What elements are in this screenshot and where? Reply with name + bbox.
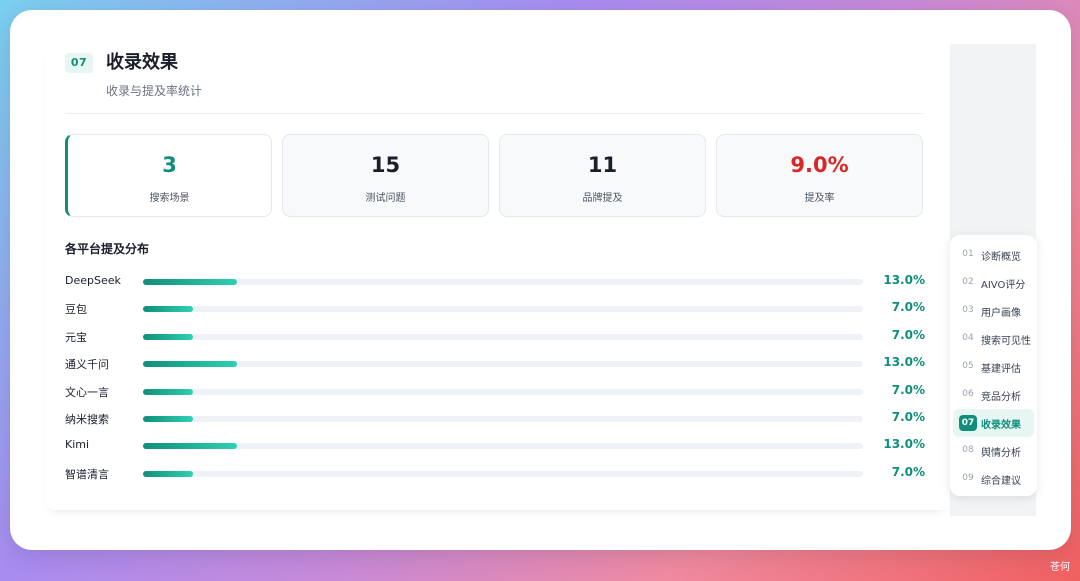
bar-track (143, 470, 863, 477)
nav-item-label: 舆情分析 (981, 448, 1021, 459)
stat-card-test-questions: 15 测试问题 (282, 134, 489, 217)
stat-card-mention-rate: 9.0% 提及率 (716, 134, 923, 217)
nav-item-02[interactable]: 02 AIVO评分 (953, 269, 1034, 297)
bar-value-label: 7.0% (891, 327, 925, 342)
nav-item-number: 01 (962, 249, 974, 259)
distribution-title: 各平台提及分布 (65, 242, 150, 256)
bar-track (143, 416, 863, 422)
nav-item-number: 07 (959, 415, 977, 431)
bar-fill (143, 470, 194, 477)
platform-name: Kimi (65, 438, 90, 452)
bar-track (143, 388, 863, 395)
platform-bar-row: 豆包 7.0% (65, 299, 925, 319)
nav-item-07[interactable]: 07 收录效果 (953, 409, 1034, 437)
platform-bar-row: DeepSeek 13.0% (65, 272, 925, 292)
platform-bar-row: 纳米搜索 7.0% (65, 409, 925, 429)
bar-value-label: 13.0% (883, 355, 925, 370)
nav-item-label: 收录效果 (981, 420, 1021, 431)
nav-item-label: 用户画像 (981, 308, 1021, 319)
nav-item-09[interactable]: 09 综合建议 (953, 465, 1034, 493)
bar-track (143, 306, 863, 313)
stat-label: 搜索场景 (149, 193, 190, 204)
nav-item-04[interactable]: 04 搜索可见性 (953, 325, 1034, 353)
stat-card-brand-mentions: 11 品牌提及 (499, 134, 706, 217)
nav-item-label: 综合建议 (981, 476, 1021, 487)
divider (65, 113, 923, 114)
nav-item-03[interactable]: 03 用户画像 (953, 297, 1034, 325)
bar-track (143, 361, 863, 368)
bar-fill (143, 361, 237, 368)
section-nav: 01 诊断概览 02 AIVO评分 03 用户画像 04 搜索可见性 05 基建评估 06 竞品分析 0… (950, 235, 1037, 496)
nav-item-01[interactable]: 01 诊断概览 (953, 241, 1034, 269)
bar-fill (143, 416, 194, 422)
platform-bar-row: 元宝 7.0% (65, 327, 925, 347)
nav-item-label: AIVO评分 (981, 280, 1026, 291)
report-card: 07 收录效果 收录与提及率统计 3 搜索场景 15 测试问题 11 品牌提及 … (10, 10, 1071, 550)
stat-value: 3 (162, 153, 177, 177)
platform-name: DeepSeek (65, 274, 121, 287)
platform-bar-row: 通义千问 13.0% (65, 354, 925, 374)
nav-item-label: 基建评估 (981, 364, 1021, 375)
nav-item-06[interactable]: 06 竞品分析 (953, 381, 1034, 409)
bar-value-label: 7.0% (891, 382, 925, 397)
platform-name: 文心一言 (65, 385, 109, 399)
section-title: 收录效果 (106, 52, 178, 73)
bar-fill (143, 306, 194, 313)
nav-item-number: 03 (962, 305, 974, 315)
nav-item-number: 04 (962, 333, 974, 343)
bar-fill (143, 279, 237, 285)
nav-item-number: 02 (962, 277, 974, 287)
watermark: 苍何 (1050, 562, 1070, 573)
nav-item-label: 竞品分析 (981, 392, 1021, 403)
stat-value: 15 (370, 153, 401, 177)
platform-bar-row: 智谱清言 7.0% (65, 464, 925, 484)
stat-label: 品牌提及 (582, 193, 623, 204)
stat-label: 测试问题 (365, 193, 406, 204)
nav-item-05[interactable]: 05 基建评估 (953, 353, 1034, 381)
nav-item-number: 05 (962, 361, 974, 371)
stat-card-search-scenes: 3 搜索场景 (65, 134, 272, 217)
nav-item-number: 09 (962, 473, 974, 483)
bar-fill (143, 388, 194, 395)
stat-value: 9.0% (790, 153, 849, 177)
bar-value-label: 7.0% (891, 410, 925, 424)
bar-fill (143, 333, 194, 340)
bar-value-label: 13.0% (883, 437, 925, 452)
platform-name: 智谱清言 (65, 467, 109, 481)
section-number-badge: 07 (65, 53, 93, 73)
platform-bar-row: Kimi 13.0% (65, 436, 925, 456)
bar-track (143, 333, 863, 340)
bar-fill (143, 443, 237, 450)
platform-bar-row: 文心一言 7.0% (65, 382, 925, 402)
bar-value-label: 7.0% (891, 300, 925, 315)
nav-item-label: 诊断概览 (981, 252, 1021, 263)
bar-track (143, 443, 863, 450)
stat-value: 11 (587, 153, 618, 177)
nav-item-number: 08 (962, 445, 974, 455)
bar-value-label: 13.0% (883, 273, 925, 287)
nav-item-number: 06 (962, 389, 974, 399)
section-subtitle: 收录与提及率统计 (106, 84, 203, 98)
platform-name: 元宝 (65, 330, 87, 344)
bar-value-label: 7.0% (891, 464, 925, 479)
nav-item-08[interactable]: 08 舆情分析 (953, 437, 1034, 465)
bar-track (143, 279, 863, 285)
platform-name: 通义千问 (65, 358, 109, 372)
platform-name: 豆包 (65, 303, 87, 317)
nav-item-label: 搜索可见性 (981, 336, 1031, 347)
stat-label: 提及率 (804, 193, 835, 204)
platform-name: 纳米搜索 (65, 413, 109, 426)
